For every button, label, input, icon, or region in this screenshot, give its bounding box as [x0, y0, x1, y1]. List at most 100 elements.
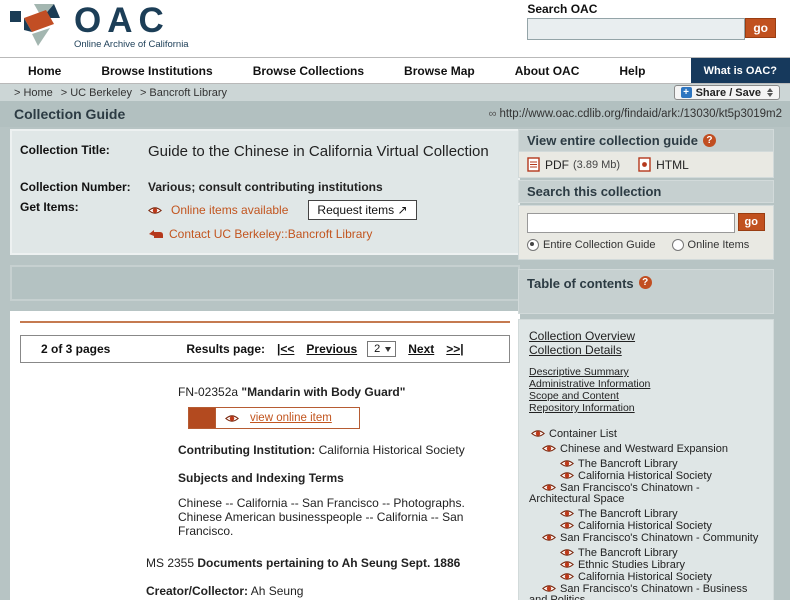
request-items-button[interactable]: Request items ↗	[308, 200, 417, 220]
sidebar: View entire collection guide ? PDF (3.89…	[518, 129, 774, 600]
share-plus-icon: +	[680, 87, 692, 98]
item-id: MS 2355	[146, 556, 195, 570]
nav-home[interactable]: Home	[28, 64, 61, 78]
eye-icon	[560, 521, 574, 530]
breadcrumb: > Home > UC Berkeley > Bancroft Library + S…	[0, 84, 790, 101]
breadcrumb-separator: >	[14, 86, 21, 99]
eye-icon	[542, 584, 556, 593]
nav-browse-institutions[interactable]: Browse Institutions	[101, 64, 212, 78]
collection-guide-banner: Collection Guide ∞ http://www.oac.cdlib.o…	[0, 101, 790, 127]
empty-toolbar-box	[10, 265, 520, 301]
pdf-link[interactable]: PDF	[545, 158, 569, 172]
collection-number-label: Collection Number:	[20, 180, 131, 194]
eye-icon	[531, 429, 545, 438]
site-search: Search OAC go	[527, 2, 776, 40]
toc-repository-item[interactable]: The Bancroft Library	[529, 509, 763, 520]
search-collection-header: Search this collection	[518, 180, 774, 203]
item-heading: MS 2355 Documents pertaining to Ah Seung…	[146, 556, 520, 570]
collection-title-value: Guide to the Chinese in California Virtu…	[148, 143, 489, 160]
toc-administrative-information[interactable]: Administrative Information	[529, 378, 763, 390]
nav-browse-collections[interactable]: Browse Collections	[253, 64, 364, 78]
dropdown-caret-icon	[385, 346, 392, 352]
nav-browse-map[interactable]: Browse Map	[404, 64, 475, 78]
item-title: Documents pertaining to Ah Seung Sept. 1…	[197, 556, 461, 570]
pager-previous-link[interactable]: Previous	[306, 342, 357, 356]
pager-next-link[interactable]: Next	[408, 342, 434, 356]
toc-repository-item[interactable]: California Historical Society	[529, 521, 763, 532]
toc-repository-item[interactable]: The Bancroft Library	[529, 459, 763, 470]
search-collection-body: go Entire Collection Guide Online Items	[518, 205, 774, 260]
toc-repository-information[interactable]: Repository Information	[529, 402, 763, 414]
page-title: Collection Guide	[14, 106, 126, 122]
eye-icon	[560, 459, 574, 468]
pager-label: Results page:	[186, 342, 266, 356]
toc-header: Table of contents ?	[518, 269, 774, 314]
item-id: FN-02352a	[178, 385, 239, 399]
breadcrumb-bancroft-library[interactable]: Bancroft Library	[149, 87, 227, 99]
download-row: PDF (3.89 Mb) HTML	[518, 152, 774, 178]
toc-repository-item[interactable]: The Bancroft Library	[529, 548, 763, 559]
eye-icon	[542, 483, 556, 492]
main-nav: Home Browse Institutions Browse Collecti…	[0, 57, 790, 84]
toc-repository-item[interactable]: California Historical Society	[529, 572, 763, 583]
toc-repository-item[interactable]: Ethnic Studies Library	[529, 560, 763, 571]
pdf-size: (3.89 Mb)	[573, 158, 621, 171]
toc-container-list[interactable]: Container List	[529, 429, 763, 440]
breadcrumb-separator: >	[139, 86, 147, 99]
share-save-dropdown-icon	[767, 88, 773, 97]
help-icon[interactable]: ?	[702, 134, 716, 147]
eye-icon	[542, 533, 556, 542]
html-link[interactable]: HTML	[656, 158, 689, 172]
eye-icon	[560, 509, 574, 518]
toc-descriptive-summary[interactable]: Descriptive Summary	[529, 366, 763, 378]
search-collection-go-button[interactable]: go	[737, 213, 765, 231]
breadcrumb-home[interactable]: Home	[23, 87, 52, 99]
toc-collection-overview[interactable]: Collection Overview	[529, 329, 763, 343]
page-select-value: 2	[374, 343, 381, 355]
search-collection-input[interactable]	[527, 213, 735, 233]
pager-last-link[interactable]: >>|	[446, 342, 463, 356]
pager-first-link[interactable]: |<<	[277, 342, 294, 356]
breadcrumb-separator: >	[60, 86, 68, 99]
online-items-eye-icon	[148, 206, 162, 215]
toc-series[interactable]: Chinese and Westward Expansion	[529, 444, 763, 455]
view-guide-header: View entire collection guide ?	[518, 129, 774, 152]
radio-entire-collection-guide[interactable]: Entire Collection Guide	[527, 239, 656, 251]
permalink[interactable]: ∞ http://www.oac.cdlib.org/findaid/ark:/1…	[489, 108, 782, 120]
divider-rule	[20, 321, 510, 323]
what-is-oac-button[interactable]: What is OAC?	[690, 58, 790, 83]
oac-logo[interactable]: OAC Online Archive of California	[10, 3, 189, 50]
search-oac-input[interactable]	[527, 18, 746, 40]
subject-term: Chinese -- California -- San Francisco -…	[178, 496, 465, 538]
nav-about-oac[interactable]: About OAC	[515, 64, 580, 78]
view-online-item-link[interactable]: view online item	[250, 412, 332, 424]
help-icon[interactable]: ?	[638, 276, 652, 289]
online-items-link[interactable]: Online items available	[171, 203, 288, 217]
eye-icon	[560, 471, 574, 480]
item-title: "Mandarin with Body Guard"	[241, 385, 406, 399]
view-online-item-box[interactable]: view online item	[188, 407, 360, 429]
toc-series[interactable]: San Francisco's Chinatown - Architectura…	[529, 483, 763, 505]
toc-scope-and-content[interactable]: Scope and Content	[529, 390, 763, 402]
logo-tagline: Online Archive of California	[74, 39, 189, 50]
pager-status: 2 of 3 pages	[41, 342, 111, 356]
breadcrumb-uc-berkeley[interactable]: UC Berkeley	[70, 87, 132, 99]
radio-online-items[interactable]: Online Items	[671, 239, 749, 251]
share-save-button[interactable]: + Share / Save	[673, 85, 780, 100]
search-oac-label: Search OAC	[527, 2, 598, 16]
thumbnail-block	[189, 408, 216, 428]
search-oac-go-button[interactable]: go	[745, 18, 776, 38]
toc-series[interactable]: San Francisco's Chinatown - Community	[529, 533, 763, 544]
radio-unselected-icon	[671, 239, 684, 251]
results-panel: 2 of 3 pages Results page: |<< Previous …	[10, 311, 520, 600]
toc-repository-item[interactable]: California Historical Society	[529, 471, 763, 482]
collection-title-label: Collection Title:	[20, 143, 110, 157]
nav-help[interactable]: Help	[619, 64, 645, 78]
logo-wordmark: OAC	[74, 1, 170, 40]
toc-series[interactable]: San Francisco's Chinatown - Business and…	[529, 584, 763, 600]
page-select[interactable]: 2	[367, 341, 397, 357]
toc-collection-details[interactable]: Collection Details	[529, 343, 763, 357]
site-header: OAC Online Archive of California Search …	[0, 0, 790, 57]
contact-repository-link[interactable]: Contact UC Berkeley::Bancroft Library	[169, 227, 372, 241]
radio-selected-icon	[527, 239, 539, 251]
